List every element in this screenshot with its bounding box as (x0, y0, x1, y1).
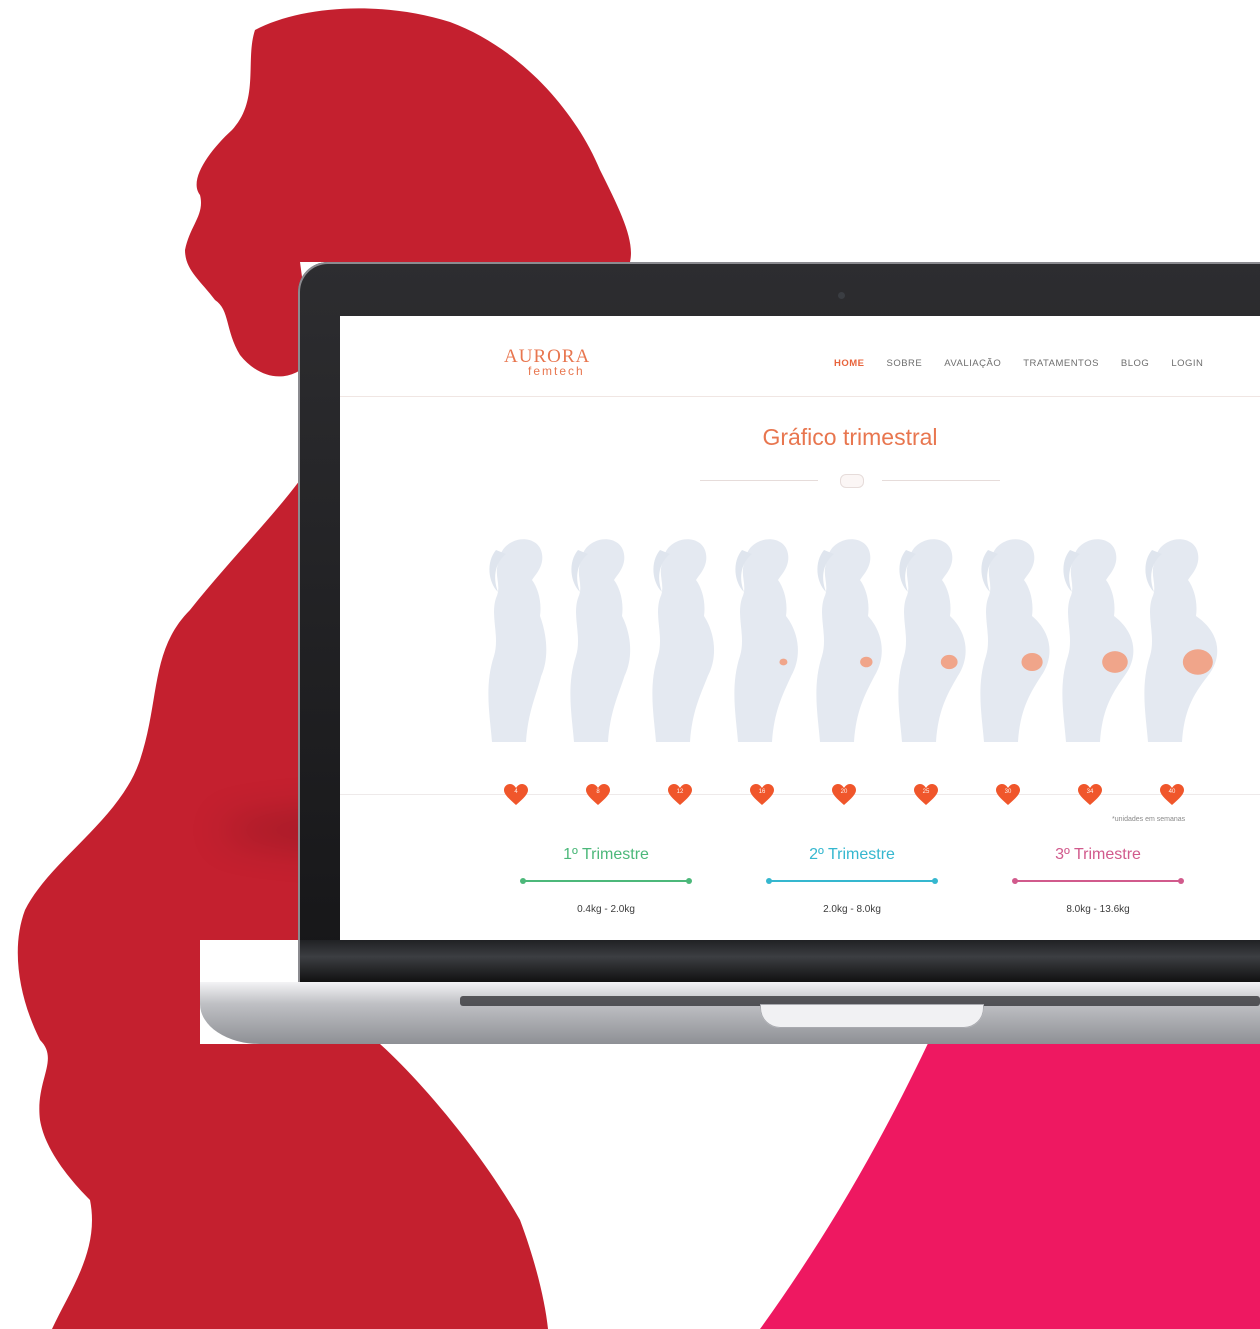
week-heart-marker[interactable]: 4 (504, 784, 528, 808)
fetus-icon (940, 654, 958, 670)
week-label: 12 (676, 789, 684, 795)
week-label: 4 (514, 789, 518, 795)
pregnancy-stage-figure (816, 539, 882, 742)
laptop-hinge (300, 940, 1260, 982)
trimester-range-bar (1012, 876, 1184, 886)
trimester-label: 2º Trimestre (809, 846, 895, 863)
week-markers: 4 8 12 16 20 25 30 34 40 (504, 780, 1260, 816)
week-label: 30 (1004, 789, 1012, 795)
week-heart-marker[interactable]: 16 (750, 784, 774, 808)
week-label: 20 (840, 789, 848, 795)
fetus-icon (1102, 651, 1128, 673)
units-note: *unidades em semanas (1112, 816, 1186, 823)
navbar: AURORA femtech HOME SOBRE AVALIAÇÃO TRAT… (340, 316, 1260, 397)
week-heart-marker[interactable]: 34 (1078, 784, 1102, 808)
trimester-range-bar (520, 876, 692, 886)
promo-scene: AURORA femtech HOME SOBRE AVALIAÇÃO TRAT… (0, 0, 1260, 1329)
week-label: 34 (1086, 789, 1094, 795)
week-heart-marker[interactable]: 12 (668, 784, 692, 808)
laptop-screen: AURORA femtech HOME SOBRE AVALIAÇÃO TRAT… (340, 316, 1260, 944)
trimester-weight-range: 0.4kg - 2.0kg (577, 904, 635, 915)
nav-item-login[interactable]: LOGIN (1171, 358, 1203, 369)
trimester-1: 1º Trimestre 0.4kg - 2.0kg (516, 846, 696, 915)
nav-item-blog[interactable]: BLOG (1121, 358, 1149, 369)
pregnancy-stage-figure (652, 539, 715, 742)
fetus-icon (1182, 649, 1213, 675)
trimester-2: 2º Trimestre 2.0kg - 8.0kg (762, 846, 942, 915)
nav-item-sobre[interactable]: SOBRE (887, 358, 923, 369)
laptop-base (200, 982, 1260, 1044)
nav-item-tratamentos[interactable]: TRATAMENTOS (1023, 358, 1099, 369)
week-label: 8 (596, 789, 600, 795)
pregnancy-progression-illustration (488, 539, 1218, 742)
trimester-3: 3º Trimestre 8.0kg - 13.6kg (1008, 846, 1188, 915)
fetus-icon (860, 656, 873, 668)
trimester-weight-range: 2.0kg - 8.0kg (823, 904, 881, 915)
week-label: 40 (1168, 789, 1176, 795)
week-heart-marker[interactable]: 25 (914, 784, 938, 808)
week-heart-marker[interactable]: 20 (832, 784, 856, 808)
trimester-range-bar (766, 876, 938, 886)
brand-logo[interactable]: AURORA femtech (504, 346, 614, 380)
pregnancy-stage-figure (1144, 539, 1218, 742)
laptop-notch (760, 1004, 984, 1028)
pregnancy-stage-figure (980, 539, 1050, 742)
trimester-weight-range: 8.0kg - 13.6kg (1066, 904, 1130, 915)
fetus-icon (1021, 652, 1043, 672)
fetus-icon (779, 658, 788, 666)
pregnancy-stage-figure (570, 539, 631, 742)
pregnancy-stage-figure (488, 539, 547, 742)
page-title: Gráfico trimestral (762, 424, 938, 450)
pregnancy-stage-figure (898, 539, 966, 742)
week-label: 16 (758, 789, 766, 795)
nav-item-avaliacao[interactable]: AVALIAÇÃO (944, 358, 1001, 369)
pregnancy-stage-figure (1062, 539, 1134, 742)
fetus-badge-icon (840, 474, 864, 488)
title-divider (700, 474, 1000, 488)
nav-item-home[interactable]: HOME (834, 358, 865, 369)
week-heart-marker[interactable]: 40 (1160, 784, 1184, 808)
nav-menu: HOME SOBRE AVALIAÇÃO TRATAMENTOS BLOG LO… (834, 358, 1203, 369)
week-label: 25 (922, 789, 930, 795)
webcam-icon (838, 292, 845, 299)
week-heart-marker[interactable]: 8 (586, 784, 610, 808)
brand-tagline: femtech (528, 364, 585, 378)
trimester-label: 1º Trimestre (563, 846, 649, 863)
pregnancy-stage-figure (734, 539, 798, 742)
trimester-label: 3º Trimestre (1055, 846, 1141, 863)
week-heart-marker[interactable]: 30 (996, 784, 1020, 808)
